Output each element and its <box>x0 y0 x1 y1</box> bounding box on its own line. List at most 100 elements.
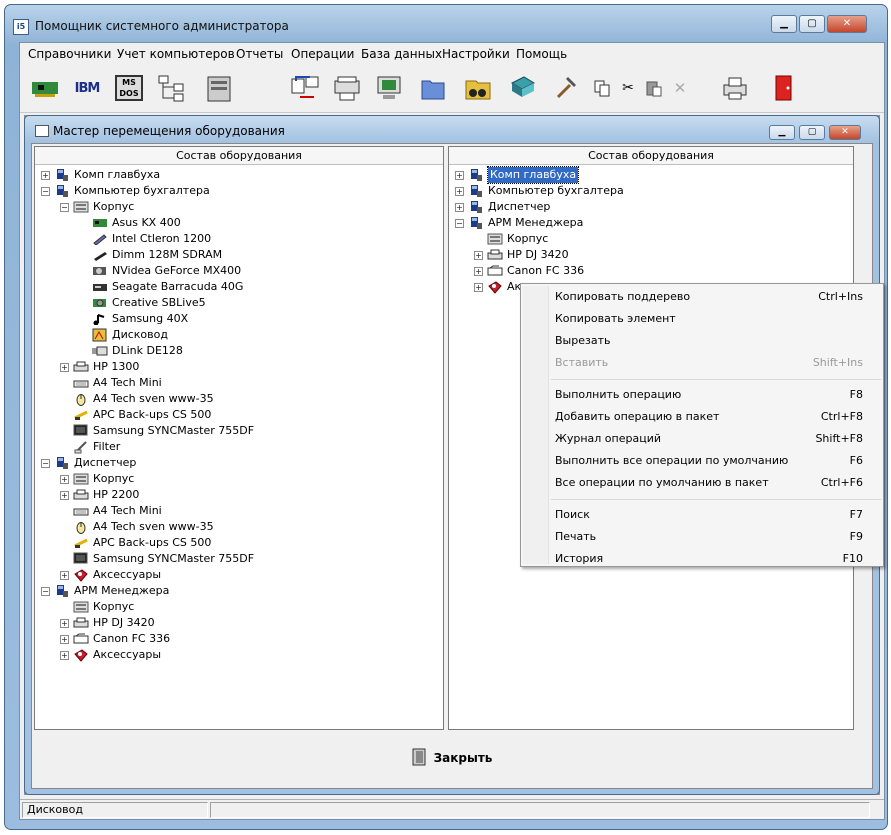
delete-icon[interactable]: ✕ <box>668 71 692 105</box>
expand-icon[interactable]: + <box>41 170 50 180</box>
book-icon[interactable] <box>504 71 538 105</box>
minimize-button[interactable]: ▁ <box>771 15 797 33</box>
collapse-icon[interactable]: − <box>41 586 50 596</box>
collapse-icon[interactable]: − <box>41 458 50 468</box>
close-button[interactable]: Закрыть <box>403 743 502 774</box>
child-maximize-button[interactable]: ▢ <box>799 125 825 140</box>
left-tree-item[interactable]: Asus KX 400 <box>79 215 181 231</box>
left-tree-item[interactable]: A4 Tech Mini <box>60 503 162 519</box>
left-tree-item[interactable]: Filter <box>60 439 120 455</box>
expand-icon[interactable]: + <box>474 250 483 260</box>
expand-icon[interactable]: + <box>60 650 69 660</box>
ms-dos-icon[interactable]: MS DOS <box>112 71 146 105</box>
child-close-button[interactable]: ✕ <box>829 125 861 140</box>
menu-help[interactable]: Помощь <box>516 47 567 61</box>
scanner-icon[interactable] <box>330 71 364 105</box>
copy-icon[interactable] <box>590 71 614 105</box>
left-tree-item[interactable]: APC Back-ups CS 500 <box>60 407 211 423</box>
left-tree-item[interactable]: Дисковод <box>79 327 168 343</box>
context-menu-item[interactable]: Журнал операций Shift+F8 <box>555 429 877 449</box>
menu-database[interactable]: База данных <box>361 47 442 61</box>
right-tree-item[interactable]: + HP DJ 3420 <box>474 247 569 263</box>
left-tree-item[interactable]: A4 Tech sven www-35 <box>60 519 214 535</box>
expand-icon[interactable]: + <box>455 186 464 196</box>
exit-door-icon[interactable] <box>766 71 800 105</box>
transfer-icon[interactable] <box>288 71 322 105</box>
left-tree-item[interactable]: Samsung 40X <box>79 311 188 327</box>
context-menu-item[interactable]: Выполнить операцию F8 <box>555 385 877 405</box>
left-tree-panel[interactable]: Состав оборудования + Комп главбуха − Компь… <box>34 146 444 730</box>
left-tree-item[interactable]: A4 Tech sven www-35 <box>60 391 214 407</box>
expand-icon[interactable]: + <box>474 266 483 276</box>
menu-reports[interactable]: Отчеты <box>236 47 283 61</box>
left-tree-item[interactable]: + HP 1300 <box>60 359 139 375</box>
collapse-icon[interactable]: − <box>41 186 50 196</box>
context-menu-item[interactable]: Копировать поддерево Ctrl+Ins <box>555 287 877 307</box>
left-tree-item[interactable]: Samsung SYNCMaster 755DF <box>60 423 254 439</box>
left-tree-item[interactable]: Seagate Barracuda 40G <box>79 279 243 295</box>
right-tree-item[interactable]: + Canon FC 336 <box>474 263 584 279</box>
left-tree-item[interactable]: + Canon FC 336 <box>60 631 170 647</box>
context-menu-item[interactable]: История F10 <box>555 549 877 569</box>
folder-icon[interactable] <box>416 71 450 105</box>
expand-icon[interactable]: + <box>60 634 69 644</box>
left-tree-item[interactable]: DLink DE128 <box>79 343 183 359</box>
context-menu-item[interactable]: Все операции по умолчанию в пакет Ctrl+F6 <box>555 473 877 493</box>
left-tree-item[interactable]: + Аксессуары <box>60 647 161 663</box>
left-tree-item[interactable]: Intel Ctleron 1200 <box>79 231 211 247</box>
expand-icon[interactable]: + <box>60 362 69 372</box>
left-tree-item[interactable]: + Корпус <box>60 471 134 487</box>
left-tree-item[interactable]: − Корпус <box>60 199 134 215</box>
left-tree-item[interactable]: Creative SBLive5 <box>79 295 206 311</box>
left-tree-item[interactable]: NVidea GeForce MX400 <box>79 263 241 279</box>
maximize-button[interactable]: ▢ <box>799 15 825 33</box>
binoculars-icon[interactable] <box>460 71 494 105</box>
expand-icon[interactable]: + <box>60 618 69 628</box>
context-menu-item[interactable]: Добавить операцию в пакет Ctrl+F8 <box>555 407 877 427</box>
child-minimize-button[interactable]: ▁ <box>769 125 795 140</box>
left-tree-item[interactable]: − Компьютер бухгалтера <box>41 183 210 199</box>
paste-icon[interactable] <box>642 71 666 105</box>
left-tree-item[interactable]: − Диспетчер <box>41 455 136 471</box>
context-menu-item[interactable]: Копировать элемент <box>555 309 877 329</box>
left-tree-item[interactable]: + Аксессуары <box>60 567 161 583</box>
expand-icon[interactable]: + <box>474 282 483 292</box>
left-tree-item[interactable]: − АРМ Менеджера <box>41 583 169 599</box>
cut-icon[interactable]: ✂ <box>616 71 640 105</box>
expand-icon[interactable]: + <box>455 202 464 212</box>
menu-computers[interactable]: Учет компьютеров <box>117 47 235 61</box>
collapse-icon[interactable]: − <box>455 218 464 228</box>
left-tree-item[interactable]: APC Back-ups CS 500 <box>60 535 211 551</box>
left-tree-item[interactable]: Samsung SYNCMaster 755DF <box>60 551 254 567</box>
context-menu-item[interactable]: Вырезать <box>555 331 877 351</box>
right-tree-item[interactable]: + Компьютер бухгалтера <box>455 183 624 199</box>
network-card-icon[interactable] <box>28 71 62 105</box>
expand-icon[interactable]: + <box>60 474 69 484</box>
left-tree-item[interactable]: + HP DJ 3420 <box>60 615 155 631</box>
left-tree-item[interactable]: + Комп главбуха <box>41 167 160 183</box>
right-tree-item[interactable]: − АРМ Менеджера <box>455 215 583 231</box>
left-tree-item[interactable]: Корпус <box>60 599 134 615</box>
right-tree-item[interactable]: + Комп главбуха <box>455 166 580 184</box>
left-tree-item[interactable]: + HP 2200 <box>60 487 139 503</box>
right-tree-item[interactable]: + Диспетчер <box>455 199 550 215</box>
printer-icon[interactable] <box>718 71 752 105</box>
ibm-icon[interactable]: IBM <box>70 71 104 105</box>
right-tree-item[interactable]: Корпус <box>474 231 548 247</box>
context-menu-item[interactable]: Печать F9 <box>555 527 877 547</box>
expand-icon[interactable]: + <box>60 490 69 500</box>
monitor-chip-icon[interactable] <box>372 71 406 105</box>
close-window-button[interactable]: ✕ <box>827 15 867 33</box>
menu-settings[interactable]: Настройки <box>442 47 510 61</box>
context-menu-item[interactable]: Поиск F7 <box>555 505 877 525</box>
context-menu-item[interactable]: Выполнить все операции по умолчанию F6 <box>555 451 877 471</box>
computer-case-icon[interactable] <box>202 71 236 105</box>
left-tree-item[interactable]: A4 Tech Mini <box>60 375 162 391</box>
left-tree-item[interactable]: Dimm 128M SDRAM <box>79 247 222 263</box>
tree-icon[interactable] <box>154 71 188 105</box>
expand-icon[interactable]: + <box>455 170 464 180</box>
expand-icon[interactable]: + <box>60 570 69 580</box>
collapse-icon[interactable]: − <box>60 202 69 212</box>
menu-operations[interactable]: Операции <box>291 47 354 61</box>
menu-references[interactable]: Справочники <box>28 47 111 61</box>
